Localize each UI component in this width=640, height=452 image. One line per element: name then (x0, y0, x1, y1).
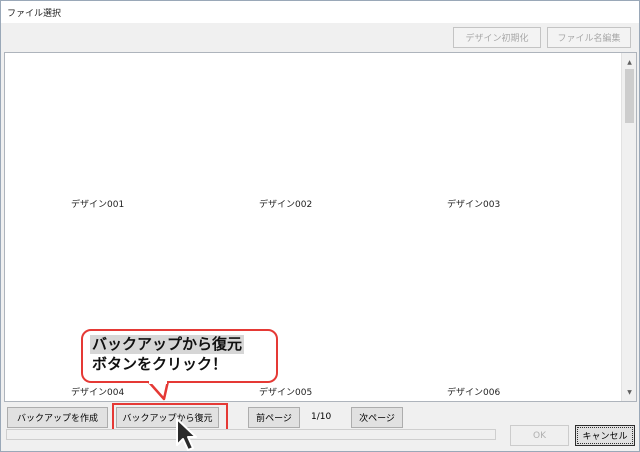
callout-pointer-icon (147, 381, 169, 401)
design-item-002[interactable]: デザイン002 (259, 197, 312, 210)
vertical-scrollbar[interactable]: ▲ ▼ (621, 53, 636, 401)
ok-button[interactable]: OK (510, 425, 569, 446)
cancel-button[interactable]: キャンセル (575, 425, 635, 446)
next-page-button[interactable]: 次ページ (351, 407, 403, 428)
create-backup-button[interactable]: バックアップを作成 (7, 407, 108, 428)
cancel-button-label: キャンセル (577, 427, 633, 444)
page-indicator: 1/10 (311, 412, 332, 422)
design-item-006[interactable]: デザイン006 (447, 385, 500, 398)
scrollbar-thumb[interactable] (625, 69, 634, 123)
chevron-down-icon[interactable]: ▼ (622, 385, 636, 399)
chevron-up-icon[interactable]: ▲ (622, 55, 636, 69)
prev-page-button[interactable]: 前ページ (248, 407, 300, 428)
title-bar: ファイル選択 (1, 1, 639, 23)
design-reset-button[interactable]: デザイン初期化 (453, 27, 541, 48)
callout-line-2: ボタンをクリック！ (92, 355, 228, 373)
callout-line-1: バックアップから復元 (90, 335, 245, 354)
design-item-004[interactable]: デザイン004 (71, 385, 124, 398)
design-item-001[interactable]: デザイン001 (71, 197, 124, 210)
design-item-003[interactable]: デザイン003 (447, 197, 500, 210)
mouse-pointer-icon (176, 418, 197, 451)
window-title: ファイル選択 (7, 9, 62, 19)
file-rename-button[interactable]: ファイル名編集 (547, 27, 631, 48)
instruction-callout: バックアップから復元 ボタンをクリック！ (81, 329, 278, 383)
file-select-dialog: ファイル選択 デザイン初期化 ファイル名編集 デザイン001 デザイン002 デ… (0, 0, 640, 452)
status-bar (6, 429, 496, 440)
design-item-005[interactable]: デザイン005 (259, 385, 312, 398)
